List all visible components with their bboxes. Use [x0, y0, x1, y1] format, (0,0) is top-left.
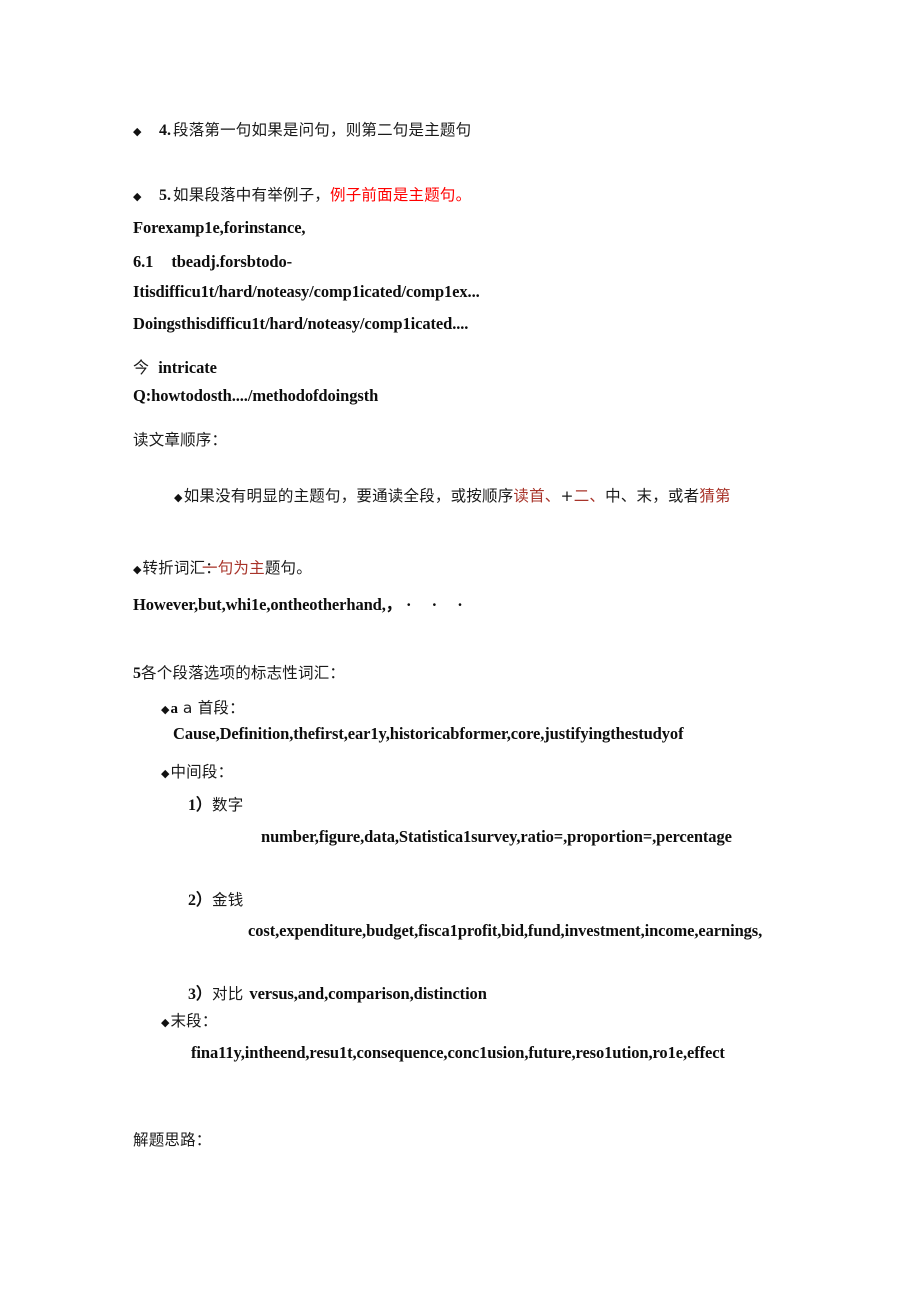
- middle-sub-3-row: 3）对比 versus,and,comparison,distinction: [133, 980, 848, 1004]
- list-item-5: ◆ 5. 如果段落中有举例子， 例子前面是主题句。: [133, 183, 793, 205]
- reading-order-seg-6: 猜第: [699, 487, 731, 506]
- middle-sub-2-words: cost,expenditure,budget,fisca1profit,bid…: [248, 921, 763, 940]
- diamond-bullet-icon: ◆: [161, 703, 170, 716]
- diamond-bullet-icon: ◆: [174, 491, 183, 505]
- middle-sub-3-label: 对比: [212, 985, 244, 1003]
- first-para-words: Cause,Definition,thefirst,ear1y,historic…: [173, 724, 684, 743]
- reading-order-seg-5: 中、末，或者: [605, 487, 700, 506]
- diamond-bullet-icon: ◆: [161, 767, 170, 780]
- arrow-marker-icon: 今: [133, 358, 150, 377]
- reading-order-heading: 读文章顺序：: [133, 431, 228, 449]
- middle-sub-1-words: number,figure,data,Statistica1survey,rat…: [261, 827, 732, 846]
- question-line: Q:howtodosth..../methodofdoingsth: [133, 386, 379, 405]
- middle-sub-1-label: 数字: [212, 796, 244, 814]
- transition-words: However,but,whi1e,ontheotherhand,，: [133, 595, 394, 614]
- first-para-label-row: ◆a a 首段：: [133, 696, 821, 718]
- transition-heading: 转折词汇：: [142, 559, 221, 577]
- item-4-number: 4.: [159, 122, 171, 139]
- middle-sub-2-number: 2）: [188, 892, 213, 909]
- section-5-heading-row: 5各个段落选项的标志性词汇：: [133, 661, 793, 683]
- section-5-number: 5: [133, 665, 141, 682]
- item-5-number: 5.: [159, 187, 171, 204]
- middle-sub-2-label: 金钱: [212, 891, 244, 909]
- middle-sub-2-row: 2）金钱: [133, 886, 848, 910]
- last-para-label-row: ◆末段：: [133, 1009, 821, 1031]
- middle-sub-1-number: 1）: [188, 797, 213, 814]
- reading-order-seg-1: 如果没有明显的主题句，要通读全段，或按顺序: [183, 487, 514, 506]
- last-para-label: 末段：: [170, 1012, 218, 1030]
- diamond-bullet-icon: ◆: [133, 190, 142, 203]
- diamond-bullet-icon: ◆: [133, 563, 142, 576]
- transition-heading-row: ◆转折词汇：: [133, 556, 793, 578]
- example-line-2-text: tbeadj.forsbtodo-: [171, 252, 293, 271]
- reading-order-seg-4: 二、: [573, 487, 606, 506]
- list-item-4: ◆ 4. 段落第一句如果是问句，则第二句是主题句: [133, 118, 793, 140]
- last-para-words: fina11y,intheend,resu1t,consequence,conc…: [191, 1043, 725, 1062]
- example-line-1: Forexamp1e,forinstance,: [133, 218, 306, 237]
- item-5-text-black: 如果段落中有举例子，: [173, 186, 331, 204]
- item-4-text: 段落第一句如果是问句，则第二句是主题句: [173, 121, 472, 139]
- middle-sub-1-row: 1）数字: [133, 791, 848, 815]
- intricate-word: intricate: [158, 358, 217, 377]
- item-5-text-red: 例子前面是主题句。: [330, 186, 472, 204]
- reading-order-seg-3: +: [560, 487, 574, 506]
- intricate-row: 今 intricate: [133, 354, 793, 378]
- example-line-2-number: 6.1: [133, 252, 154, 271]
- first-para-letter: a: [170, 701, 178, 717]
- middle-sub-3-words: versus,and,comparison,distinction: [249, 984, 487, 1003]
- reading-order-paragraph: ◆如果没有明显的主题句，要通读全段，或按顺序读首、+二、中、末，或者猜第 一句为…: [133, 460, 798, 604]
- middle-para-label-row: ◆中间段：: [133, 760, 821, 782]
- ellipsis-dots: · · ·: [405, 595, 471, 614]
- reading-order-seg-2: 读首、: [513, 487, 561, 506]
- middle-para-label: 中间段：: [170, 763, 234, 781]
- diamond-bullet-icon: ◆: [161, 1016, 170, 1029]
- document-page: ◆ 4. 段落第一句如果是问句，则第二句是主题句 ◆ 5. 如果段落中有举例子，…: [0, 0, 920, 1301]
- example-line-3: Itisdifficu1t/hard/noteasy/comp1icated/c…: [133, 282, 480, 301]
- example-line-4: Doingsthisdifficu1t/hard/noteasy/comp1ic…: [133, 314, 469, 333]
- footer-heading: 解题思路：: [133, 1131, 212, 1149]
- transition-words-row: However,but,whi1e,ontheotherhand,， · · ·: [133, 591, 793, 615]
- diamond-bullet-icon: ◆: [133, 125, 142, 138]
- first-para-label: a 首段：: [182, 699, 245, 717]
- middle-sub-3-number: 3）: [188, 986, 213, 1003]
- example-line-2: 6.1 tbeadj.forsbtodo-: [133, 252, 793, 272]
- section-5-heading: 各个段落选项的标志性词汇：: [141, 664, 346, 682]
